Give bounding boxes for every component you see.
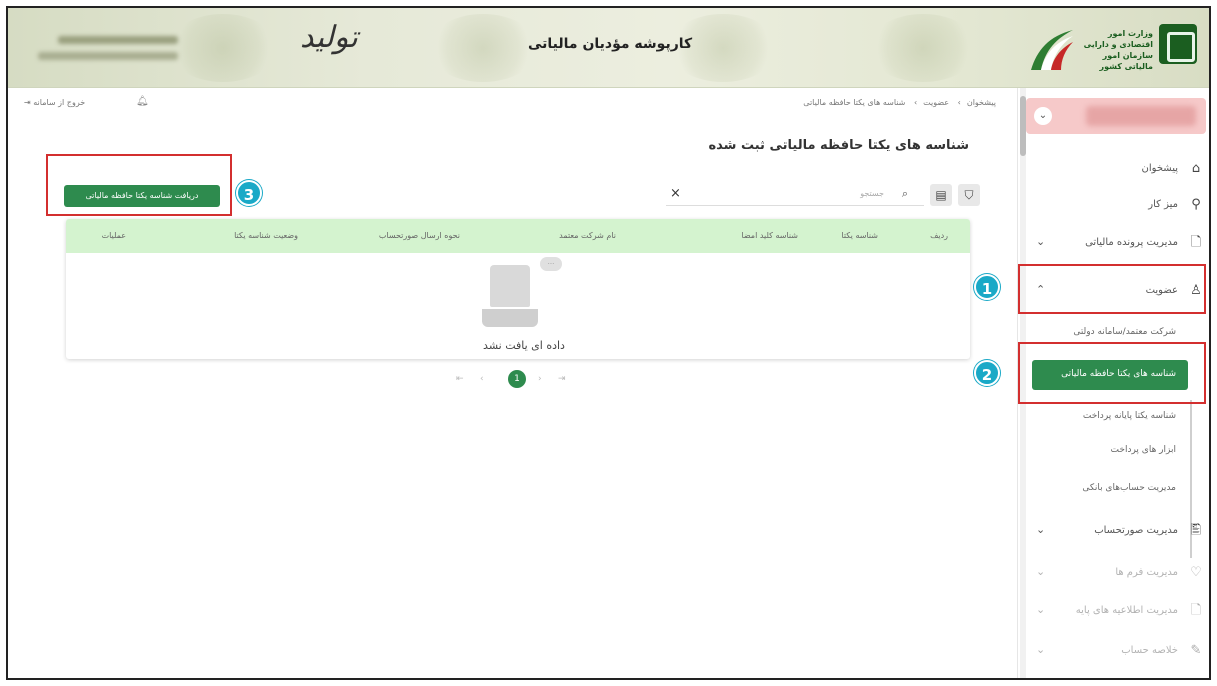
breadcrumb-item[interactable]: عضویت xyxy=(923,98,949,107)
submenu-item-trusted-company[interactable]: شرکت معتمد/سامانه دولتی xyxy=(1028,322,1188,344)
form-icon: ♡ xyxy=(1190,565,1202,580)
organization-logo: وزارت امور اقتصادی و دارایی سازمان امور … xyxy=(1027,22,1197,74)
chevron-down-icon: ⌄ xyxy=(1036,565,1046,578)
sidebar-item-notices[interactable]: 🗋︎ مدیریت اطلاعیه های پایه ⌄ xyxy=(1028,600,1208,624)
breadcrumb-item[interactable]: پیشخوان xyxy=(967,98,996,107)
invoice-icon: 🖺︎ xyxy=(1190,523,1202,538)
page-title: شناسه های یکتا حافظه مالیاتی ثبت شده xyxy=(708,138,970,153)
notification-bell-icon[interactable]: 🔔︎ xyxy=(136,96,149,107)
search-icon: ⌕ xyxy=(901,187,908,200)
sidebar-item-summary[interactable]: ✎ خلاصه حساب ⌄ xyxy=(1028,640,1208,664)
breadcrumb-item: شناسه های یکتا حافظه مالیاتی xyxy=(803,98,906,107)
first-page-icon[interactable]: ⇤ xyxy=(456,374,464,384)
home-icon: ⌂ xyxy=(1191,161,1201,176)
logo-text: وزارت امور اقتصادی و دارایی سازمان امور … xyxy=(1083,29,1153,71)
decorative-pattern xyxy=(868,14,978,82)
submenu-item-payment-tools[interactable]: ابزار های پرداخت xyxy=(1028,440,1188,462)
column-header[interactable]: نام شرکت معتمد xyxy=(559,231,616,240)
logout-label: خروج از سامانه xyxy=(33,98,86,107)
page-number-current[interactable]: 1 xyxy=(508,370,526,388)
breadcrumb: پیشخوان› عضویت› شناسه های یکتا حافظه مال… xyxy=(803,98,996,107)
chevron-down-icon: ⌄ xyxy=(1036,643,1046,656)
notice-icon: 🗋︎ xyxy=(1190,603,1202,618)
prev-page-icon[interactable]: ‹ xyxy=(480,374,484,384)
column-header[interactable]: شناسه کلید امضا xyxy=(741,231,798,240)
emblem-icon xyxy=(1159,24,1197,64)
sidebar-item-tax-file[interactable]: 🗋︎ مدیریت پرونده مالیاتی ⌄ xyxy=(1028,232,1208,256)
clear-icon[interactable]: × xyxy=(670,186,681,201)
empty-state-message: داده ای یافت نشد xyxy=(483,339,565,352)
sidebar-item-invoices[interactable]: 🖺︎ مدیریت صورتحساب ⌄ xyxy=(1028,520,1208,544)
empty-state-illustration: ··· xyxy=(482,257,564,337)
search-placeholder: جستجو xyxy=(860,189,884,198)
columns-icon[interactable]: ▤ xyxy=(930,184,952,206)
data-table: ردیف شناسه یکتا شناسه کلید امضا نام شرکت… xyxy=(66,219,970,359)
logout-button[interactable]: خروج از سامانه ⇥ xyxy=(24,98,85,107)
pagination: ⇤ ‹ 1 › ⇥ xyxy=(456,370,576,392)
last-page-icon[interactable]: ⇥ xyxy=(558,374,566,384)
submenu-item-payment-terminal-id[interactable]: شناسه یکتا پایانه پرداخت xyxy=(1028,406,1188,428)
sidebar-item-dashboard[interactable]: ⌂ پیشخوان xyxy=(1028,158,1208,182)
user-profile-card[interactable]: ⌄ xyxy=(1026,98,1206,134)
chevron-down-icon: ⌄ xyxy=(1036,523,1046,536)
search-field[interactable]: ⌕ جستجو × xyxy=(666,184,924,206)
column-header[interactable]: شناسه یکتا xyxy=(841,231,878,240)
desk-icon: ⚲ xyxy=(1191,197,1201,212)
screenshot-frame: تولید کارپوشه مؤدیان مالیاتی وزارت امور … xyxy=(6,6,1211,680)
chevron-down-icon[interactable]: ⌄ xyxy=(1034,107,1052,125)
annotation-badge-3: 3 xyxy=(236,180,262,206)
flag-swoosh-icon xyxy=(1031,30,1073,70)
calligraphy-logo: تولید xyxy=(300,20,358,55)
filter-icon[interactable]: ⛉ xyxy=(958,184,980,206)
sidebar-item-desk[interactable]: ⚲ میز کار xyxy=(1028,194,1208,218)
sidebar-item-forms[interactable]: ♡ مدیریت فرم ها ⌄ xyxy=(1028,562,1208,586)
file-icon: 🗋︎ xyxy=(1190,235,1202,250)
decorative-pattern xyxy=(428,14,538,82)
column-header: عملیات xyxy=(101,231,126,240)
annotation-badge-1: 1 xyxy=(974,274,1000,300)
chevron-down-icon: ⌄ xyxy=(1036,603,1046,616)
annotation-box-2 xyxy=(1018,342,1206,404)
app-title: کارپوشه مؤدیان مالیاتی xyxy=(528,36,693,52)
top-bar: پیشخوان› عضویت› شناسه های یکتا حافظه مال… xyxy=(8,88,1016,116)
annotation-box-1 xyxy=(1018,264,1206,314)
column-header[interactable]: وضعیت شناسه یکتا xyxy=(234,231,298,240)
table-toolbar: ⛉ ▤ ⌕ جستجو × xyxy=(666,182,980,208)
chevron-down-icon: ⌄ xyxy=(1036,235,1046,248)
next-page-icon[interactable]: › xyxy=(538,374,542,384)
logout-icon: ⇥ xyxy=(24,98,31,107)
column-header[interactable]: ردیف xyxy=(930,231,948,240)
blurred-user-info xyxy=(38,32,188,68)
table-header: ردیف شناسه یکتا شناسه کلید امضا نام شرکت… xyxy=(66,219,970,253)
annotation-badge-2: 2 xyxy=(974,360,1000,386)
blurred-user-name xyxy=(1086,106,1196,126)
column-header[interactable]: نحوه ارسال صورتحساب xyxy=(379,231,460,240)
submenu-item-bank-accounts[interactable]: مدیریت حساب‌های بانکی xyxy=(1028,478,1188,500)
header-banner: تولید کارپوشه مؤدیان مالیاتی وزارت امور … xyxy=(8,8,1209,88)
summary-icon: ✎ xyxy=(1190,643,1202,658)
download-unique-id-button[interactable]: دریافت شناسه یکتا حافظه مالیاتی xyxy=(64,185,220,207)
